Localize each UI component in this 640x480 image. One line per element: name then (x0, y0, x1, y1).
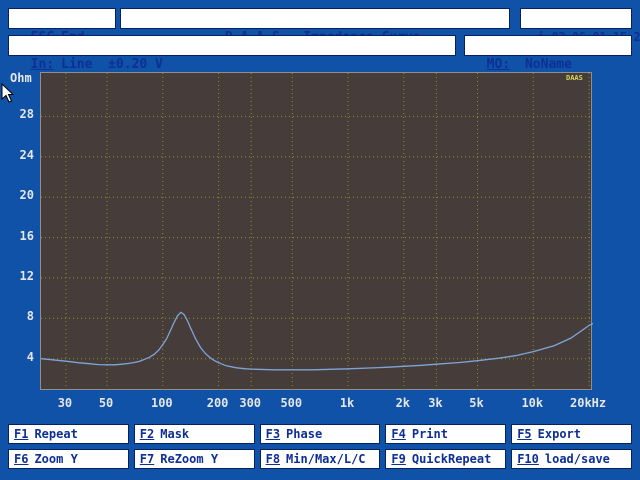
y-tick-label: 8 (6, 309, 34, 323)
f2-label: Mask (160, 427, 189, 441)
f5-label: Export (538, 427, 581, 441)
f9-hotkey: F9 (391, 452, 405, 466)
mo-value: NoName (517, 57, 572, 72)
y-tick-label: 12 (6, 269, 34, 283)
f6-zoom-y-button[interactable]: F6 Zoom Y (8, 449, 129, 469)
y-tick-label: 24 (6, 148, 34, 162)
mo-hotkey: MO: (487, 57, 510, 72)
x-tick-label: 5k (469, 396, 483, 410)
f6-label: Zoom Y (34, 452, 77, 466)
f1-repeat-button[interactable]: F1 Repeat (8, 424, 129, 444)
impedance-curve (41, 312, 593, 370)
f7-rezoom-y-button[interactable]: F7 ReZoom Y (134, 449, 255, 469)
model-name-button[interactable]: MO: NoName (464, 35, 632, 56)
f10-hotkey: F10 (517, 452, 539, 466)
y-tick-label: 20 (6, 188, 34, 202)
x-tick-label: 30 (58, 396, 72, 410)
plot-watermark: DAAS (566, 75, 583, 82)
y-tick-label: 16 (6, 229, 34, 243)
f10-label: load/save (545, 452, 610, 466)
f9-quickrepeat-button[interactable]: F9 QuickRepeat (385, 449, 506, 469)
f10-load-save-button[interactable]: F10 load/save (511, 449, 632, 469)
input-hotkey: In: (31, 57, 54, 72)
f3-label: Phase (286, 427, 322, 441)
x-tick-label: 3k (428, 396, 442, 410)
f3-phase-button[interactable]: F3 Phase (260, 424, 381, 444)
f4-hotkey: F4 (391, 427, 405, 441)
impedance-plot-area[interactable] (40, 72, 592, 390)
f8-hotkey: F8 (266, 452, 280, 466)
f7-label: ReZoom Y (160, 452, 218, 466)
f5-export-button[interactable]: F5 Export (511, 424, 632, 444)
x-tick-label: 200 (207, 396, 229, 410)
input-value: Line ±0.20 V (61, 57, 163, 72)
f6-hotkey: F6 (14, 452, 28, 466)
x-tick-label: 500 (280, 396, 302, 410)
f9-label: QuickRepeat (412, 452, 491, 466)
x-tick-label: 10k (521, 396, 543, 410)
f8-label: Min/Max/L/C (286, 452, 365, 466)
impedance-chart[interactable] (41, 73, 593, 391)
f1-hotkey: F1 (14, 427, 28, 441)
y-tick-label: 28 (6, 107, 34, 121)
fkey-row-2: F6 Zoom Y F7 ReZoom Y F8 Min/Max/L/C F9 Quic… (8, 449, 632, 469)
fkey-row-1: F1 Repeat F2 Mask F3 Phase F4 Print F5 Export (8, 424, 632, 444)
window-title: D A A S Impedance Curve (120, 8, 510, 29)
f3-hotkey: F3 (266, 427, 280, 441)
f8-minmax-lc-button[interactable]: F8 Min/Max/L/C (260, 449, 381, 469)
f5-hotkey: F5 (517, 427, 531, 441)
x-tick-label: 300 (239, 396, 261, 410)
f2-hotkey: F2 (140, 427, 154, 441)
f4-print-button[interactable]: F4 Print (385, 424, 506, 444)
mouse-cursor (1, 83, 15, 103)
y-tick-label: 4 (6, 350, 34, 364)
f2-mask-button[interactable]: F2 Mask (134, 424, 255, 444)
esc-end-button[interactable]: ESCEnd (8, 8, 116, 29)
info-datetime-button[interactable]: i03.06.01 15 20 (520, 8, 632, 29)
f7-hotkey: F7 (140, 452, 154, 466)
f1-label: Repeat (34, 427, 77, 441)
x-tick-label: 2k (396, 396, 410, 410)
x-tick-label: 100 (151, 396, 173, 410)
input-source-button[interactable]: In:Line ±0.20 V (8, 35, 456, 56)
x-tick-label: 1k (340, 396, 354, 410)
x-tick-label: 20kHz (570, 396, 606, 410)
x-tick-label: 50 (99, 396, 113, 410)
f4-label: Print (412, 427, 448, 441)
